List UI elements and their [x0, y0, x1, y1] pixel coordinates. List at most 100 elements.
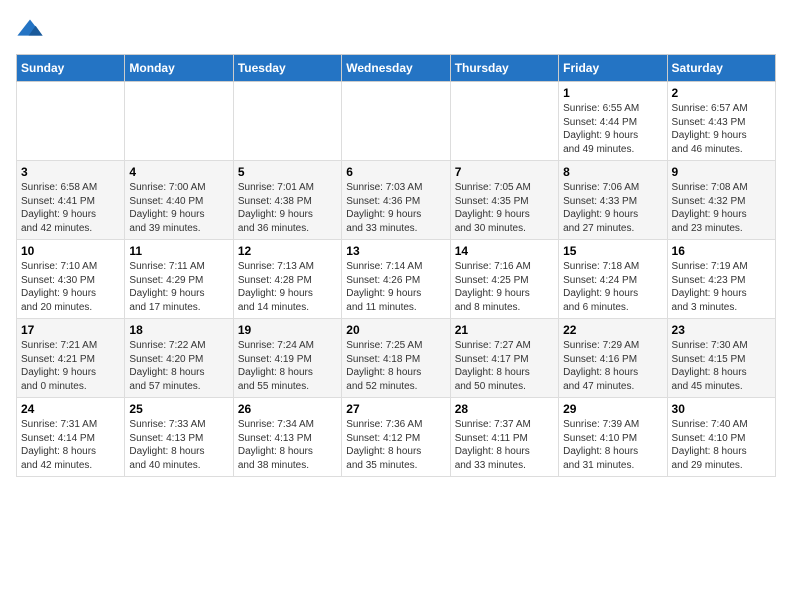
weekday-header-wednesday: Wednesday: [342, 55, 450, 82]
day-number: 10: [21, 244, 120, 258]
calendar-cell: 20 Sunrise: 7:25 AM Sunset: 4:18 PM Dayli…: [342, 319, 450, 398]
day-info: Sunrise: 7:29 AM Sunset: 4:16 PM Dayligh…: [563, 339, 662, 393]
day-number: 17: [21, 323, 120, 337]
day-number: 20: [346, 323, 445, 337]
day-number: 6: [346, 165, 445, 179]
calendar-week-1: 1 Sunrise: 6:55 AM Sunset: 4:44 PM Daylig…: [17, 82, 776, 161]
day-number: 8: [563, 165, 662, 179]
calendar-cell: 22 Sunrise: 7:29 AM Sunset: 4:16 PM Dayli…: [559, 319, 667, 398]
day-info: Sunrise: 7:05 AM Sunset: 4:35 PM Dayligh…: [455, 181, 554, 235]
day-number: 22: [563, 323, 662, 337]
calendar-cell: 12Sunrise: 7:13 AM Sunset: 4:28 PM Dayli…: [233, 240, 341, 319]
day-info: Sunrise: 6:58 AM Sunset: 4:41 PM Dayligh…: [21, 181, 120, 235]
day-number: 24: [21, 402, 120, 416]
calendar-cell: 6 Sunrise: 7:03 AM Sunset: 4:36 PM Daylig…: [342, 161, 450, 240]
day-number: 7: [455, 165, 554, 179]
calendar-cell: 21 Sunrise: 7:27 AM Sunset: 4:17 PM Dayli…: [450, 319, 558, 398]
weekday-header-saturday: Saturday: [667, 55, 775, 82]
day-info: Sunrise: 7:18 AM Sunset: 4:24 PM Dayligh…: [563, 260, 662, 314]
day-info: Sunrise: 7:39 AM Sunset: 4:10 PM Dayligh…: [563, 418, 662, 472]
calendar-cell: 11 Sunrise: 7:11 AM Sunset: 4:29 PM Dayli…: [125, 240, 233, 319]
day-info: Sunrise: 7:27 AM Sunset: 4:17 PM Dayligh…: [455, 339, 554, 393]
calendar-cell: 15 Sunrise: 7:18 AM Sunset: 4:24 PM Dayli…: [559, 240, 667, 319]
calendar-week-2: 3Sunrise: 6:58 AM Sunset: 4:41 PM Daylig…: [17, 161, 776, 240]
day-number: 25: [129, 402, 228, 416]
day-info: Sunrise: 7:11 AM Sunset: 4:29 PM Dayligh…: [129, 260, 228, 314]
weekday-header-monday: Monday: [125, 55, 233, 82]
calendar-week-5: 24 Sunrise: 7:31 AM Sunset: 4:14 PM Dayli…: [17, 398, 776, 477]
day-number: 26: [238, 402, 337, 416]
day-info: Sunrise: 7:40 AM Sunset: 4:10 PM Dayligh…: [672, 418, 771, 472]
calendar-cell: 26Sunrise: 7:34 AM Sunset: 4:13 PM Dayli…: [233, 398, 341, 477]
day-number: 27: [346, 402, 445, 416]
calendar-cell: 19 Sunrise: 7:24 AM Sunset: 4:19 PM Dayli…: [233, 319, 341, 398]
day-info: Sunrise: 7:08 AM Sunset: 4:32 PM Dayligh…: [672, 181, 771, 235]
calendar-table: SundayMondayTuesdayWednesdayThursdayFrid…: [16, 54, 776, 477]
calendar-cell: [450, 82, 558, 161]
calendar-cell: 17 Sunrise: 7:21 AM Sunset: 4:21 PM Dayli…: [17, 319, 125, 398]
day-info: Sunrise: 7:36 AM Sunset: 4:12 PM Dayligh…: [346, 418, 445, 472]
calendar-cell: 29 Sunrise: 7:39 AM Sunset: 4:10 PM Dayli…: [559, 398, 667, 477]
calendar-cell: [125, 82, 233, 161]
day-number: 29: [563, 402, 662, 416]
calendar-cell: 25Sunrise: 7:33 AM Sunset: 4:13 PM Dayli…: [125, 398, 233, 477]
calendar-cell: 30 Sunrise: 7:40 AM Sunset: 4:10 PM Dayli…: [667, 398, 775, 477]
calendar-header: SundayMondayTuesdayWednesdayThursdayFrid…: [17, 55, 776, 82]
day-number: 1: [563, 86, 662, 100]
calendar-cell: 7 Sunrise: 7:05 AM Sunset: 4:35 PM Daylig…: [450, 161, 558, 240]
calendar-cell: 2 Sunrise: 6:57 AM Sunset: 4:43 PM Daylig…: [667, 82, 775, 161]
day-info: Sunrise: 7:14 AM Sunset: 4:26 PM Dayligh…: [346, 260, 445, 314]
logo-icon: [16, 16, 44, 44]
logo: [16, 16, 48, 44]
day-info: Sunrise: 7:13 AM Sunset: 4:28 PM Dayligh…: [238, 260, 337, 314]
day-number: 16: [672, 244, 771, 258]
day-number: 30: [672, 402, 771, 416]
day-info: Sunrise: 7:06 AM Sunset: 4:33 PM Dayligh…: [563, 181, 662, 235]
day-number: 23: [672, 323, 771, 337]
calendar-cell: [17, 82, 125, 161]
calendar-body: 1 Sunrise: 6:55 AM Sunset: 4:44 PM Daylig…: [17, 82, 776, 477]
page-header: [16, 16, 776, 44]
day-number: 9: [672, 165, 771, 179]
day-number: 19: [238, 323, 337, 337]
day-info: Sunrise: 7:31 AM Sunset: 4:14 PM Dayligh…: [21, 418, 120, 472]
calendar-cell: 10 Sunrise: 7:10 AM Sunset: 4:30 PM Dayli…: [17, 240, 125, 319]
day-info: Sunrise: 7:00 AM Sunset: 4:40 PM Dayligh…: [129, 181, 228, 235]
calendar-cell: 14Sunrise: 7:16 AM Sunset: 4:25 PM Dayli…: [450, 240, 558, 319]
day-info: Sunrise: 7:21 AM Sunset: 4:21 PM Dayligh…: [21, 339, 120, 393]
calendar-cell: [342, 82, 450, 161]
day-info: Sunrise: 7:37 AM Sunset: 4:11 PM Dayligh…: [455, 418, 554, 472]
calendar-cell: [233, 82, 341, 161]
day-number: 2: [672, 86, 771, 100]
calendar-week-3: 10 Sunrise: 7:10 AM Sunset: 4:30 PM Dayli…: [17, 240, 776, 319]
day-info: Sunrise: 7:10 AM Sunset: 4:30 PM Dayligh…: [21, 260, 120, 314]
calendar-cell: 24 Sunrise: 7:31 AM Sunset: 4:14 PM Dayli…: [17, 398, 125, 477]
day-info: Sunrise: 6:55 AM Sunset: 4:44 PM Dayligh…: [563, 102, 662, 156]
day-info: Sunrise: 7:22 AM Sunset: 4:20 PM Dayligh…: [129, 339, 228, 393]
calendar-cell: 18 Sunrise: 7:22 AM Sunset: 4:20 PM Dayli…: [125, 319, 233, 398]
weekday-header-row: SundayMondayTuesdayWednesdayThursdayFrid…: [17, 55, 776, 82]
calendar-cell: 23 Sunrise: 7:30 AM Sunset: 4:15 PM Dayli…: [667, 319, 775, 398]
day-info: Sunrise: 7:01 AM Sunset: 4:38 PM Dayligh…: [238, 181, 337, 235]
weekday-header-tuesday: Tuesday: [233, 55, 341, 82]
calendar-week-4: 17 Sunrise: 7:21 AM Sunset: 4:21 PM Dayli…: [17, 319, 776, 398]
calendar-cell: 5Sunrise: 7:01 AM Sunset: 4:38 PM Daylig…: [233, 161, 341, 240]
day-info: Sunrise: 7:30 AM Sunset: 4:15 PM Dayligh…: [672, 339, 771, 393]
day-info: Sunrise: 7:24 AM Sunset: 4:19 PM Dayligh…: [238, 339, 337, 393]
day-number: 21: [455, 323, 554, 337]
calendar-cell: 27 Sunrise: 7:36 AM Sunset: 4:12 PM Dayli…: [342, 398, 450, 477]
weekday-header-sunday: Sunday: [17, 55, 125, 82]
day-number: 15: [563, 244, 662, 258]
weekday-header-thursday: Thursday: [450, 55, 558, 82]
day-number: 18: [129, 323, 228, 337]
day-info: Sunrise: 7:25 AM Sunset: 4:18 PM Dayligh…: [346, 339, 445, 393]
day-number: 13: [346, 244, 445, 258]
day-number: 11: [129, 244, 228, 258]
weekday-header-friday: Friday: [559, 55, 667, 82]
day-info: Sunrise: 6:57 AM Sunset: 4:43 PM Dayligh…: [672, 102, 771, 156]
calendar-cell: 16Sunrise: 7:19 AM Sunset: 4:23 PM Dayli…: [667, 240, 775, 319]
day-info: Sunrise: 7:03 AM Sunset: 4:36 PM Dayligh…: [346, 181, 445, 235]
calendar-cell: 9 Sunrise: 7:08 AM Sunset: 4:32 PM Daylig…: [667, 161, 775, 240]
calendar-cell: 3Sunrise: 6:58 AM Sunset: 4:41 PM Daylig…: [17, 161, 125, 240]
day-number: 4: [129, 165, 228, 179]
